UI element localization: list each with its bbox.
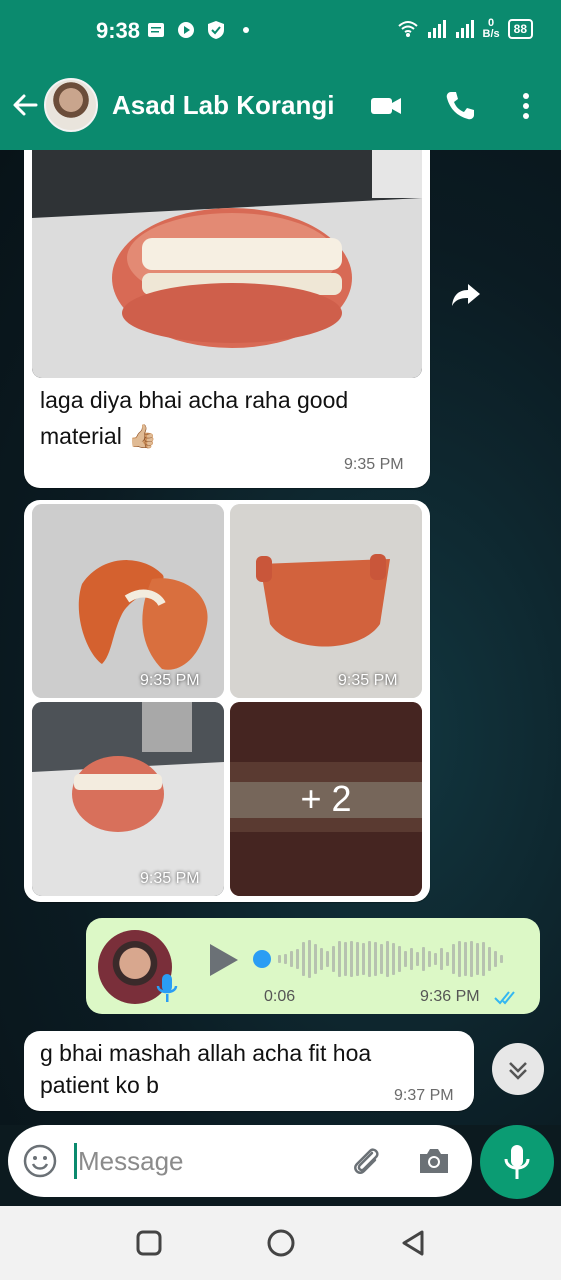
arrow-left-icon[interactable] [10, 90, 40, 120]
net-speed-unit: B/s [482, 28, 500, 40]
record-icon [178, 22, 194, 38]
message-input[interactable] [78, 1141, 318, 1181]
message-last-time: 9:37 PM [394, 1087, 454, 1104]
gallery-image-1 [32, 504, 224, 698]
mic-button-icon [504, 1145, 530, 1179]
back-nav-icon[interactable] [394, 1224, 432, 1262]
status-right: 0 B/s 88 [397, 18, 533, 40]
gallery-image-3 [32, 702, 224, 896]
message-last-line1: g bhai mashah allah acha fit hoa [40, 1040, 372, 1066]
forward-arrow-icon[interactable] [448, 276, 484, 312]
signal-icon-2 [455, 20, 474, 38]
chat-area[interactable]: laga diya bhai acha raha good material 👍… [0, 150, 561, 1125]
message-bubble-gallery[interactable]: 9:35 PM 9:35 PM 9:35 PM + 2 [24, 500, 430, 902]
chat-header: Asad Lab Korangi [0, 74, 561, 138]
shield-icon [208, 21, 224, 39]
status-time: 9:38 [96, 18, 141, 43]
message-bubble-text[interactable]: g bhai mashah allah acha fit hoa patient… [24, 1031, 474, 1111]
signal-icon [427, 20, 446, 38]
status-icons [146, 20, 256, 40]
gallery-time-2: 9:35 PM [338, 672, 398, 689]
thumbs-up-emoji: 👍🏼 [128, 423, 157, 449]
paperclip-icon[interactable] [348, 1143, 384, 1179]
voice-message-bubble[interactable]: 0:06 9:36 PM [86, 918, 540, 1014]
net-speed: 0 B/s [483, 18, 500, 40]
gallery-photo-more[interactable]: + 2 [230, 702, 422, 896]
home-icon[interactable] [262, 1224, 300, 1262]
gallery-photo-2[interactable]: 9:35 PM [230, 504, 422, 698]
camera-icon[interactable] [416, 1143, 452, 1179]
message-text-line1: laga diya bhai acha raha good [40, 387, 349, 413]
system-nav-bar [0, 1206, 561, 1280]
chevron-double-down-icon [509, 1062, 527, 1080]
message-composer [8, 1125, 472, 1197]
wifi-icon [397, 21, 418, 37]
contact-name[interactable]: Asad Lab Korangi [112, 90, 334, 121]
recents-icon[interactable] [130, 1224, 168, 1262]
voice-time: 9:36 PM [420, 988, 480, 1005]
double-check-icon [494, 991, 515, 1005]
denture-photo[interactable] [32, 150, 422, 378]
message-text-line2: material 👍🏼 [40, 418, 420, 454]
message-bubble-photo[interactable]: laga diya bhai acha raha good material 👍… [24, 150, 430, 488]
gallery-photo-1[interactable]: 9:35 PM [32, 504, 224, 698]
video-camera-icon[interactable] [368, 88, 404, 124]
voice-duration: 0:06 [264, 988, 296, 1005]
gallery-time-1: 9:35 PM [140, 672, 200, 689]
gallery-image-2 [230, 504, 422, 698]
dot-icon [243, 27, 249, 33]
status-bar: 9:38 0 B/s 88 [0, 0, 561, 62]
more-photos-count: + 2 [300, 778, 352, 819]
message-text-line2-text: material [40, 423, 122, 449]
gallery-time-3: 9:35 PM [140, 870, 200, 887]
play-icon[interactable] [204, 940, 244, 980]
text-cursor [74, 1143, 77, 1179]
mic-icon [156, 974, 178, 1002]
voice-record-button[interactable] [480, 1125, 554, 1199]
message-text: laga diya bhai acha raha good material 👍… [40, 382, 420, 454]
top-bar: 9:38 0 B/s 88 Asad Lab Korangi [0, 0, 561, 150]
battery-indicator: 88 [507, 19, 533, 39]
denture-image [32, 150, 422, 378]
message-icon [148, 23, 164, 37]
more-vertical-icon[interactable] [508, 88, 544, 124]
phone-icon[interactable] [442, 88, 478, 124]
emoji-icon[interactable] [22, 1143, 58, 1179]
message-time: 9:35 PM [344, 456, 404, 473]
scroll-down-button[interactable] [492, 1043, 544, 1095]
voice-waveform[interactable] [252, 938, 542, 980]
gallery-photo-3[interactable]: 9:35 PM [32, 702, 224, 896]
contact-avatar[interactable] [44, 78, 98, 132]
